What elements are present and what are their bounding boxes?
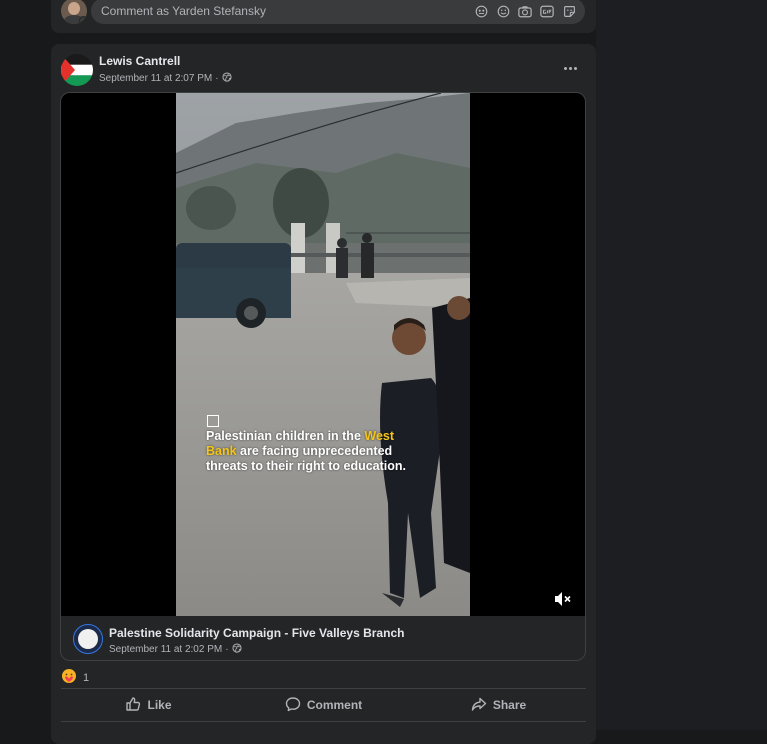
author-name[interactable]: Lewis Cantrell (99, 54, 180, 68)
shared-timestamp[interactable]: September 11 at 2:02 PM (109, 644, 222, 655)
share-button[interactable]: Share (411, 692, 586, 718)
meta-separator: · (225, 644, 229, 655)
thumbs-up-icon (125, 696, 141, 715)
divider (61, 688, 586, 689)
caption-part3: threats to their right to education. (206, 459, 407, 473)
comment-label: Comment (306, 698, 363, 712)
reaction-count[interactable]: 1 (83, 672, 89, 684)
shared-post[interactable]: Palestinian children in the West Bank ar… (60, 92, 586, 661)
more-options-button[interactable] (558, 58, 582, 78)
video-player[interactable]: Palestinian children in the West Bank ar… (61, 93, 585, 616)
current-user-avatar[interactable] (61, 0, 87, 24)
globe-icon[interactable] (232, 643, 242, 656)
globe-icon[interactable] (222, 72, 232, 85)
previous-post-comment-area: Comment as Yarden Stefansky (51, 0, 596, 33)
emoji-icon[interactable] (495, 3, 511, 19)
caption-highlight-west: West (364, 429, 395, 443)
shared-meta: September 11 at 2:02 PM · (109, 643, 242, 656)
caption-part1: Palestinian children in the (206, 429, 365, 443)
care-reaction-icon (61, 668, 77, 687)
caption-highlight-bank: Bank (206, 444, 237, 458)
shared-source[interactable]: Palestine Solidarity Campaign - Five Val… (61, 616, 585, 660)
page-avatar[interactable] (73, 624, 103, 654)
meta-separator: · (215, 73, 219, 84)
video-caption: Palestinian children in the West Bank ar… (206, 429, 456, 474)
shared-page-name[interactable]: Palestine Solidarity Campaign - Five Val… (109, 626, 404, 640)
post-meta: September 11 at 2:07 PM · (99, 72, 232, 85)
share-icon (471, 696, 487, 715)
mute-icon[interactable] (553, 590, 573, 608)
like-button[interactable]: Like (61, 692, 236, 718)
caption-part2: are facing unprecedented (236, 444, 393, 458)
like-label: Like (147, 698, 172, 712)
share-label: Share (492, 698, 527, 712)
camera-icon[interactable] (517, 3, 533, 19)
comment-button[interactable]: Comment (236, 692, 411, 718)
divider (61, 721, 586, 722)
comment-icon (285, 696, 301, 715)
right-panel (596, 0, 767, 730)
post-card: Lewis Cantrell September 11 at 2:07 PM · (51, 44, 596, 744)
overlay-frame-icon (207, 415, 219, 427)
reaction-summary[interactable]: 1 (61, 668, 89, 687)
sticker-icon[interactable] (561, 3, 577, 19)
gif-icon[interactable] (539, 3, 555, 19)
video-frame[interactable]: Palestinian children in the West Bank ar… (176, 93, 470, 616)
comment-input[interactable]: Comment as Yarden Stefansky (91, 0, 585, 24)
comment-placeholder: Comment as Yarden Stefansky (101, 4, 266, 18)
chevron-down-icon[interactable] (79, 16, 87, 24)
post-timestamp[interactable]: September 11 at 2:07 PM (99, 73, 212, 84)
avatar-sticker-icon[interactable] (473, 3, 489, 19)
palestine-flag-icon (61, 54, 93, 86)
video-still-image (176, 93, 470, 616)
post-actions: Like Comment Share (61, 692, 586, 718)
author-avatar[interactable] (61, 54, 93, 86)
